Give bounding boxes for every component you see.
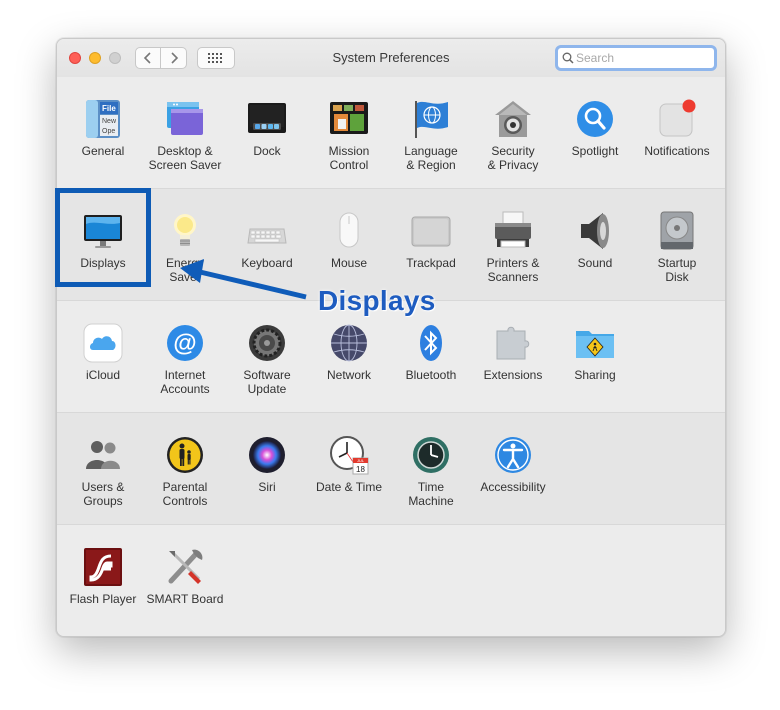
- annotation-arrow-icon: [180, 259, 307, 300]
- annotation-label: Displays: [318, 285, 436, 316]
